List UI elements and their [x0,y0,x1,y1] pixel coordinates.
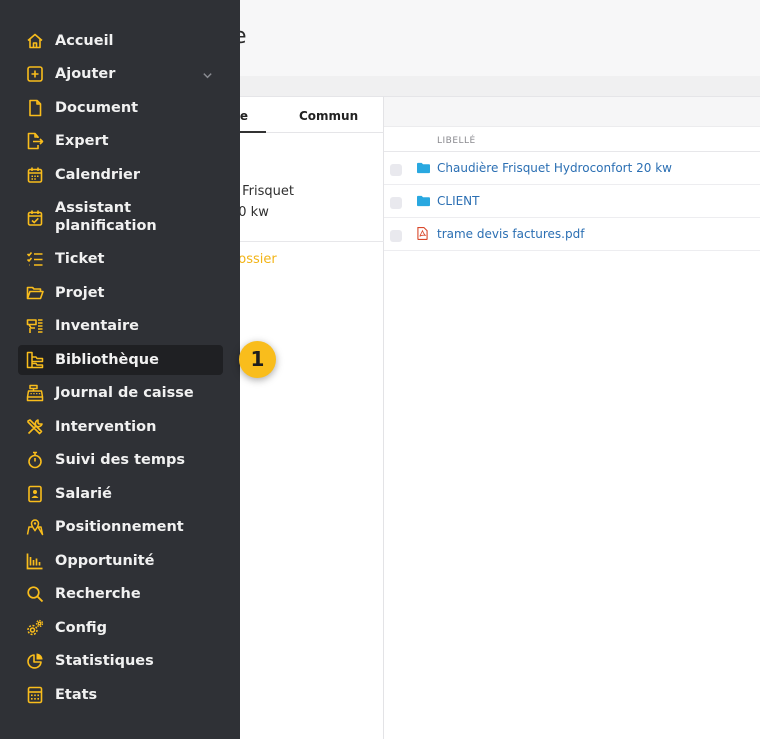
sidebar-item-label: Recherche [55,586,141,602]
stopwatch-icon [26,451,44,469]
sidebar-item-label: Statistiques [55,653,154,669]
library-icon [26,351,44,369]
sidebar-item-opportunite[interactable]: Opportunité [18,546,223,576]
inventory-icon [26,317,44,335]
sidebar-item-intervention[interactable]: Intervention [18,412,223,442]
file-name-link[interactable]: CLIENT [437,194,480,208]
current-folder-title: e Frisquet 20 kw [230,181,380,223]
sidebar-item-label: Journal de caisse [55,385,194,401]
sidebar-item-label: Intervention [55,419,157,435]
sidebar-item-etats[interactable]: Etats [18,680,223,710]
sidebar-item-expert[interactable]: Expert [18,126,223,156]
file-name-link[interactable]: trame devis factures.pdf [437,227,584,241]
sidebar-item-suivi-des-temps[interactable]: Suivi des temps [18,445,223,475]
table-row[interactable]: Chaudière Frisquet Hydroconfort 20 kw [384,152,760,185]
sidebar-item-statistiques[interactable]: Statistiques [18,646,223,676]
sidebar-item-salarie[interactable]: Salarié [18,479,223,509]
badge-icon [26,485,44,503]
sidebar-item-positionnement[interactable]: Positionnement [18,512,223,542]
sidebar-item-assistant-planification[interactable]: Assistant planification [18,199,223,237]
file-list-panel: LIBELLÉ Chaudière Frisquet Hydroconfort … [384,96,760,739]
row-checkbox[interactable] [390,197,402,209]
sidebar-item-label: Etats [55,687,98,703]
sidebar-item-calendrier[interactable]: Calendrier [18,160,223,190]
step-callout-badge: 1 [239,341,276,378]
search-icon [26,585,44,603]
sidebar-item-journal-de-caisse[interactable]: Journal de caisse [18,378,223,408]
sidebar-item-label: Expert [55,133,109,149]
sidebar-item-document[interactable]: Document [18,93,223,123]
gears-icon [26,619,44,637]
folder-icon [417,161,430,174]
active-tab-indicator [240,131,266,133]
sidebar-item-inventaire[interactable]: Inventaire [18,311,223,341]
sidebar-item-label: Inventaire [55,318,139,334]
document-icon [26,99,44,117]
checklist-icon [26,250,44,268]
sidebar-item-recherche[interactable]: Recherche [18,579,223,609]
pie-chart-icon [26,652,44,670]
calculator-icon [26,686,44,704]
sidebar-item-label: Ajouter [55,66,116,82]
sidebar-item-label: Document [55,100,139,116]
sidebar-item-accueil[interactable]: Accueil [18,26,223,56]
column-header-label[interactable]: LIBELLÉ [437,136,476,146]
table-row[interactable]: trame devis factures.pdf [384,218,760,251]
sidebar-item-label: Suivi des temps [55,452,185,468]
sidebar-item-label: Bibliothèque [55,352,159,368]
calendar-check-icon [26,209,44,227]
sidebar-item-label: Opportunité [55,553,155,569]
sidebar-item-label: Projet [55,285,105,301]
sidebar-item-ajouter[interactable]: Ajouter [18,59,223,89]
sidebar-item-label: Salarié [55,486,112,502]
folder-icon [417,194,430,207]
sidebar: Accueil Ajouter Document Expert Calendri… [0,0,240,739]
sidebar-item-label: Accueil [55,33,114,49]
chevron-down-icon[interactable] [202,68,213,79]
pdf-file-icon [417,226,430,241]
tools-icon [26,418,44,436]
sidebar-item-bibliotheque[interactable]: Bibliothèque [18,345,223,375]
cash-register-icon [26,384,44,402]
map-icon [26,518,44,536]
tab-commun[interactable]: Commun [299,109,358,123]
sidebar-item-label: Ticket [55,251,105,267]
row-checkbox[interactable] [390,230,402,242]
plus-square-icon [26,65,44,83]
sidebar-item-ticket[interactable]: Ticket [18,244,223,274]
file-export-icon [26,132,44,150]
row-checkbox[interactable] [390,164,402,176]
file-name-link[interactable]: Chaudière Frisquet Hydroconfort 20 kw [437,161,672,175]
sidebar-item-label: Calendrier [55,167,141,183]
home-icon [26,32,44,50]
file-list-toolbar [384,97,760,127]
sidebar-item-label: Config [55,620,108,636]
bar-chart-icon [26,552,44,570]
folder-open-icon [26,284,44,302]
sidebar-item-label: Positionnement [55,519,184,535]
folder-title-line1: e Frisquet [230,184,294,199]
sidebar-item-projet[interactable]: Projet [18,278,223,308]
folder-title-line2: 20 kw [230,205,269,220]
sidebar-item-label: Assistant planification [55,200,157,234]
table-row[interactable]: CLIENT [384,185,760,218]
calendar-icon [26,166,44,184]
sidebar-item-config[interactable]: Config [18,613,223,643]
